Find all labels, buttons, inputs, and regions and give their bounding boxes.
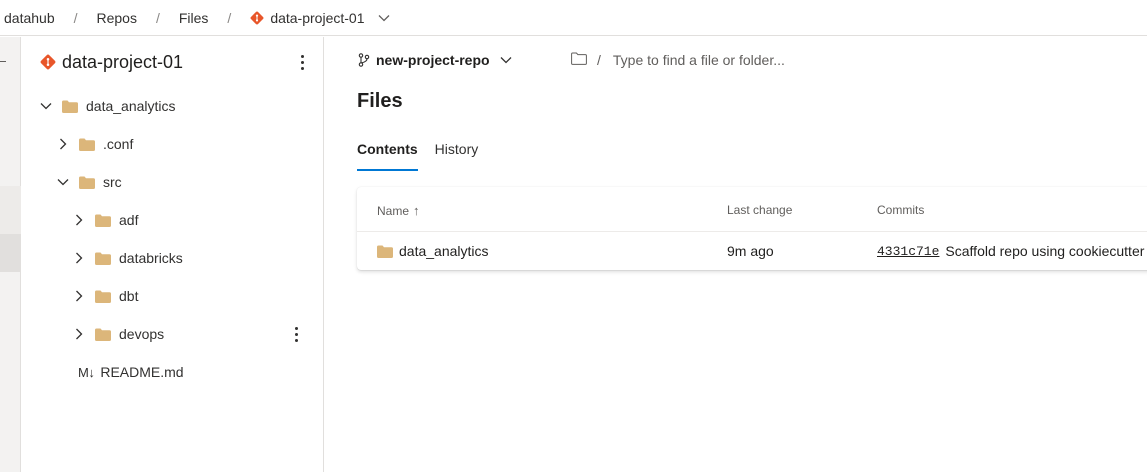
git-repo-icon	[250, 11, 264, 24]
column-header-last-change[interactable]: Last change	[727, 203, 792, 217]
breadcrumb-section[interactable]: Repos	[97, 0, 137, 35]
markdown-icon: M↓	[78, 364, 95, 380]
commit-message: Scaffold repo using cookiecutter	[945, 243, 1145, 259]
folder-icon	[79, 138, 95, 151]
sort-ascending-icon: ↑	[413, 203, 420, 218]
path-separator: /	[597, 52, 601, 68]
file-path-search: /	[571, 49, 871, 71]
chevron-down-icon[interactable]	[500, 56, 512, 64]
left-rail	[0, 37, 21, 472]
chevron-right-icon[interactable]	[55, 136, 71, 152]
column-header-label: Name	[377, 203, 410, 218]
folder-icon	[79, 176, 95, 189]
breadcrumb-page-label: Files	[178, 9, 209, 26]
tree-header: data-project-01	[40, 51, 316, 73]
tree-node-src[interactable]: src	[55, 170, 122, 194]
cell-commit: 4331c71e Scaffold repo using cookiecutte…	[877, 243, 1144, 259]
tree-title: data-project-01	[62, 51, 184, 72]
table-header: Name ↑ Last change Commits	[357, 187, 1147, 232]
folder-icon	[377, 245, 393, 258]
more-options-icon[interactable]	[288, 322, 304, 346]
breadcrumb-section-label: Repos	[96, 9, 137, 26]
column-header-commits[interactable]: Commits	[877, 203, 924, 217]
app-root: datahub / Repos / Files / data-project-0…	[0, 0, 1147, 472]
tab-bar: Contents History	[357, 139, 495, 171]
tree-node-label: README.md	[100, 364, 184, 380]
main-content: new-project-repo / Files Contents Histor…	[325, 37, 1147, 472]
cell-last-change: 9m ago	[727, 243, 774, 259]
tab-contents[interactable]: Contents	[357, 139, 418, 171]
tree-node-databricks[interactable]: databricks	[71, 246, 183, 270]
chevron-right-icon[interactable]	[71, 250, 87, 266]
breadcrumb: datahub / Repos / Files / data-project-0…	[0, 0, 1147, 36]
tree-node-label: src	[103, 174, 122, 190]
table-row[interactable]: data_analytics 9m ago 4331c71e Scaffold …	[357, 232, 1147, 270]
tab-history[interactable]: History	[435, 139, 479, 171]
file-tree-panel: data-project-01 data_analytics .conf src…	[22, 37, 324, 472]
tree-node-label: devops	[119, 326, 165, 342]
git-branch-icon	[358, 53, 370, 67]
files-table: Name ↑ Last change Commits data_analytic…	[357, 187, 1147, 270]
page-title: Files	[357, 90, 403, 112]
chevron-right-icon[interactable]	[71, 288, 87, 304]
tree-node-data-analytics[interactable]: data_analytics	[38, 94, 176, 118]
branch-name: new-project-repo	[376, 52, 490, 68]
tree-node-label: databricks	[119, 250, 183, 266]
file-name[interactable]: data_analytics	[399, 243, 489, 259]
breadcrumb-org-label: datahub	[4, 9, 55, 26]
cell-name: data_analytics	[377, 243, 489, 259]
tree-node-conf[interactable]: .conf	[55, 132, 133, 156]
column-header-name[interactable]: Name ↑	[377, 203, 420, 218]
tree-node-label: data_analytics	[86, 98, 176, 114]
breadcrumb-separator: /	[73, 9, 78, 26]
tree-node-dbt[interactable]: dbt	[71, 284, 138, 308]
breadcrumb-repo-label: data-project-01	[270, 9, 365, 26]
file-search-input[interactable]	[612, 52, 833, 68]
more-options-icon[interactable]	[294, 51, 310, 73]
chevron-down-icon[interactable]	[38, 98, 54, 114]
git-repo-icon	[40, 54, 56, 70]
chevron-right-icon[interactable]	[71, 212, 87, 228]
folder-icon	[95, 328, 111, 341]
tree-node-label: adf	[119, 212, 139, 228]
folder-icon	[95, 290, 111, 303]
breadcrumb-separator: /	[227, 9, 232, 26]
breadcrumb-repo[interactable]: data-project-01	[250, 0, 390, 35]
rail-item-selected[interactable]	[0, 234, 21, 272]
branch-selector[interactable]: new-project-repo	[358, 50, 512, 70]
column-header-label: Commits	[877, 203, 925, 217]
tree-node-readme[interactable]: M↓ README.md	[78, 360, 184, 384]
chevron-down-icon[interactable]	[378, 14, 390, 22]
breadcrumb-page[interactable]: Files	[179, 0, 209, 35]
folder-icon	[95, 214, 111, 227]
breadcrumb-separator: /	[155, 9, 160, 26]
breadcrumb-org[interactable]: datahub	[4, 0, 55, 35]
tree-node-devops[interactable]: devops	[71, 322, 164, 346]
rail-item[interactable]	[0, 186, 21, 234]
rail-collapse-handle[interactable]	[0, 61, 6, 62]
chevron-down-icon[interactable]	[55, 174, 71, 190]
commit-id-link[interactable]: 4331c71e	[877, 244, 939, 259]
tree-node-label: dbt	[119, 288, 139, 304]
folder-icon	[95, 252, 111, 265]
chevron-right-icon[interactable]	[71, 326, 87, 342]
tree-node-adf[interactable]: adf	[71, 208, 138, 232]
tree-node-label: .conf	[103, 136, 134, 152]
folder-icon	[62, 100, 78, 113]
folder-outline-icon[interactable]	[571, 52, 587, 68]
column-header-label: Last change	[727, 203, 793, 217]
